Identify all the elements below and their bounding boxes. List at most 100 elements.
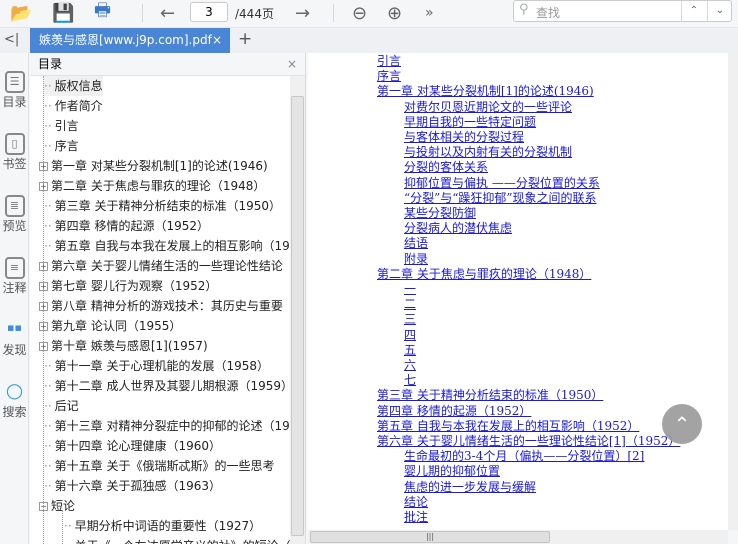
prev-page-icon[interactable]: ← xyxy=(160,2,175,24)
content-link[interactable]: 第五章 自我与本我在发展上的相互影响（1952） xyxy=(377,419,639,434)
toc-item[interactable]: ·· 第十四章 论心理健康（1960） xyxy=(44,436,221,456)
toc-scrollbar[interactable] xyxy=(290,76,305,544)
print-icon[interactable]: 🖶 xyxy=(94,0,111,24)
content-link[interactable]: 早期自我的一些特定问题 xyxy=(404,115,536,130)
content-link[interactable]: 一 xyxy=(404,282,416,297)
toc-item-label: 第九章 论认同（1955） xyxy=(51,319,182,333)
toc-item[interactable]: ·· 第三章 关于精神分析结束的标准（1950） xyxy=(44,196,281,216)
expand-icon[interactable]: + xyxy=(39,322,48,331)
toc-item[interactable]: + 第六章 关于婴儿情绪生活的一些理论性结论 xyxy=(39,256,283,276)
list-icon: ☰ xyxy=(4,71,25,93)
toc-title: 目录 xyxy=(38,57,63,71)
content-link[interactable]: 分裂病人的潜伏焦虑 xyxy=(404,221,512,236)
sidebar-item-5[interactable]: ○ 搜索 xyxy=(0,380,29,420)
toc-item[interactable]: ·· 第五章 自我与本我在发展上的相互影响（19 xyxy=(44,236,290,256)
toc-item[interactable]: ·· 第四章 移情的起源（1952） xyxy=(44,216,209,236)
page-number-input[interactable]: 3 xyxy=(190,2,228,22)
content-link[interactable]: 结论 xyxy=(404,495,428,510)
content-link[interactable]: 第四章 移情的起源（1952） xyxy=(377,404,531,419)
content-link[interactable]: 批注 xyxy=(404,510,428,525)
toc-item[interactable]: − 短论 xyxy=(39,496,75,516)
content-link[interactable]: 第二章 关于焦虑与罪疚的理论（1948） xyxy=(377,267,591,282)
content-link[interactable]: 生命最初的3-4个月（偏执——分裂位置）[2] xyxy=(404,449,644,464)
content-link[interactable]: 第三章 关于精神分析结束的标准（1950） xyxy=(377,388,603,403)
content-link[interactable]: 四 xyxy=(404,328,416,343)
search-next-button[interactable]: ⌄ xyxy=(707,1,732,21)
back-to-top-button[interactable]: ⌃ xyxy=(662,404,702,444)
toc-item[interactable]: + 第二章 关于焦虑与罪疚的理论（1948） xyxy=(39,176,265,196)
toc-item[interactable]: ·· 第十二章 成人世界及其婴儿期根源（1959） xyxy=(44,376,290,396)
toc-item-label: 第十五章 关于《俄瑞斯忒斯》的一些思考 xyxy=(54,459,275,473)
search-icon: ⚲ xyxy=(519,2,529,17)
more-icon[interactable]: » xyxy=(425,2,434,24)
expand-icon[interactable]: + xyxy=(39,282,48,291)
zoom-in-icon[interactable]: ⊕ xyxy=(387,2,402,24)
content-link[interactable]: 附录 xyxy=(404,252,428,267)
sidebar-item-4[interactable]: ▪▪ 发现 xyxy=(0,319,29,358)
search-prev-button[interactable]: ⌃ xyxy=(681,1,706,21)
toc-item[interactable]: ·· 序言 xyxy=(44,136,79,156)
toc-item[interactable]: ·· 版权信息 xyxy=(44,76,103,96)
toc-item[interactable]: + 第九章 论认同（1955） xyxy=(39,316,181,336)
toc-item[interactable]: ·· 引言 xyxy=(44,116,79,136)
toc-item[interactable]: ·· 第十六章 关于孤独感（1963） xyxy=(44,476,221,496)
toc-item[interactable]: ·· 第十一章 关于心理机能的发展（1958） xyxy=(44,356,269,376)
open-folder-icon[interactable]: 📂 xyxy=(10,2,32,24)
toc-close-icon[interactable]: × xyxy=(287,53,297,75)
expand-icon[interactable]: + xyxy=(39,162,48,171)
expand-icon[interactable]: + xyxy=(39,342,48,351)
content-link[interactable]: 与客体相关的分裂过程 xyxy=(404,130,524,145)
vertical-scrollbar[interactable] xyxy=(728,53,738,530)
toc-item-label: 版权信息 xyxy=(54,79,103,93)
content-link[interactable]: 焦虑的进一步发展与缓解 xyxy=(404,480,536,495)
tab-close-icon[interactable]: × xyxy=(212,28,222,53)
toc-item[interactable]: + 第七章 婴儿行为观察（1952） xyxy=(39,276,217,296)
content-link[interactable]: 引言 xyxy=(377,54,401,69)
content-link[interactable]: “分裂”与“躁狂抑郁”现象之间的联系 xyxy=(404,191,597,206)
content-link[interactable]: 分裂的客体关系 xyxy=(404,160,488,175)
toc-item-label: 关于《一个左达原学音义的社》的短论（ xyxy=(75,539,290,544)
content-link[interactable]: 某些分裂防御 xyxy=(404,206,476,221)
sidebar-item-1[interactable]: ▯ 书签 xyxy=(0,133,29,172)
toc-item[interactable]: ·· 第十三章 对精神分裂症中的抑郁的论述（19 xyxy=(44,416,290,436)
expand-icon[interactable]: + xyxy=(39,302,48,311)
sidebar-item-3[interactable]: ≡ 注释 xyxy=(0,257,29,296)
toc-item[interactable]: ·· 第十五章 关于《俄瑞斯忒斯》的一些思考 xyxy=(44,456,274,476)
content-link[interactable]: 第六章 关于婴儿情绪生活的一些理论性结论[1]（1952） xyxy=(377,434,680,449)
search-input[interactable]: 查找 xyxy=(536,4,560,21)
expand-icon[interactable]: + xyxy=(39,182,48,191)
content-link[interactable]: 对费尔贝恩近期论文的一些评论 xyxy=(404,100,572,115)
toc-item[interactable]: ·· 后记 xyxy=(44,396,79,416)
collapse-icon[interactable]: − xyxy=(39,502,48,511)
sidebar-item-0[interactable]: ☰ 目录 xyxy=(0,71,29,110)
toc-item-label: 引言 xyxy=(54,119,79,133)
expand-icon[interactable]: + xyxy=(39,262,48,271)
toc-item[interactable]: ·· 作者简介 xyxy=(44,96,103,116)
toolbar: 📂 💾 🖶 ← 3 /444页 → ⊖ ⊕ » ⚲ 查找 ⌃ ⌄ xyxy=(0,0,738,28)
content-link[interactable]: 与投射以及内射有关的分裂机制 xyxy=(404,145,572,160)
content-link[interactable]: 五 xyxy=(404,343,416,358)
next-page-icon[interactable]: → xyxy=(295,2,310,24)
content-link[interactable]: 婴儿期的抑郁位置 xyxy=(404,464,500,479)
save-icon[interactable]: 💾 xyxy=(52,2,74,24)
content-link[interactable]: 三 xyxy=(404,312,416,327)
search-box[interactable]: ⚲ 查找 ⌃ ⌄ xyxy=(513,0,732,22)
content-link[interactable]: 序言 xyxy=(377,69,401,84)
content-link[interactable]: 结语 xyxy=(404,236,428,251)
toc-subitem[interactable]: ·· 早期分析中词语的重要性（1927） xyxy=(64,516,261,536)
horizontal-scrollbar[interactable]: ||| xyxy=(308,530,728,544)
toc-item[interactable]: + 第一章 对某些分裂机制[1]的论述(1946) xyxy=(39,156,268,176)
collapse-sidebar-button[interactable]: <| xyxy=(4,32,19,47)
zoom-out-icon[interactable]: ⊖ xyxy=(352,2,367,24)
content-link[interactable]: 六 xyxy=(404,358,416,373)
toc-item[interactable]: + 第八章 精神分析的游戏技术：其历史与重要 xyxy=(39,296,283,316)
toc-subitem[interactable]: ··关于《一个左达原学音义的社》的短论（ xyxy=(64,536,290,544)
content-link[interactable]: 二 xyxy=(404,297,416,312)
sidebar-item-2[interactable]: ≣ 预览 xyxy=(0,195,29,234)
content-link[interactable]: 抑郁位置与偏执 ——分裂位置的关系 xyxy=(404,176,600,191)
tab-document[interactable]: 嫉羡与感恩[www.j9p.com].pdf × xyxy=(30,28,230,53)
new-tab-button[interactable]: + xyxy=(238,29,252,49)
content-link[interactable]: 七 xyxy=(404,373,416,388)
content-link[interactable]: 第一章 对某些分裂机制[1]的论述(1946) xyxy=(377,84,594,99)
toc-item[interactable]: + 第十章 嫉羡与感恩[1](1957) xyxy=(39,336,208,356)
